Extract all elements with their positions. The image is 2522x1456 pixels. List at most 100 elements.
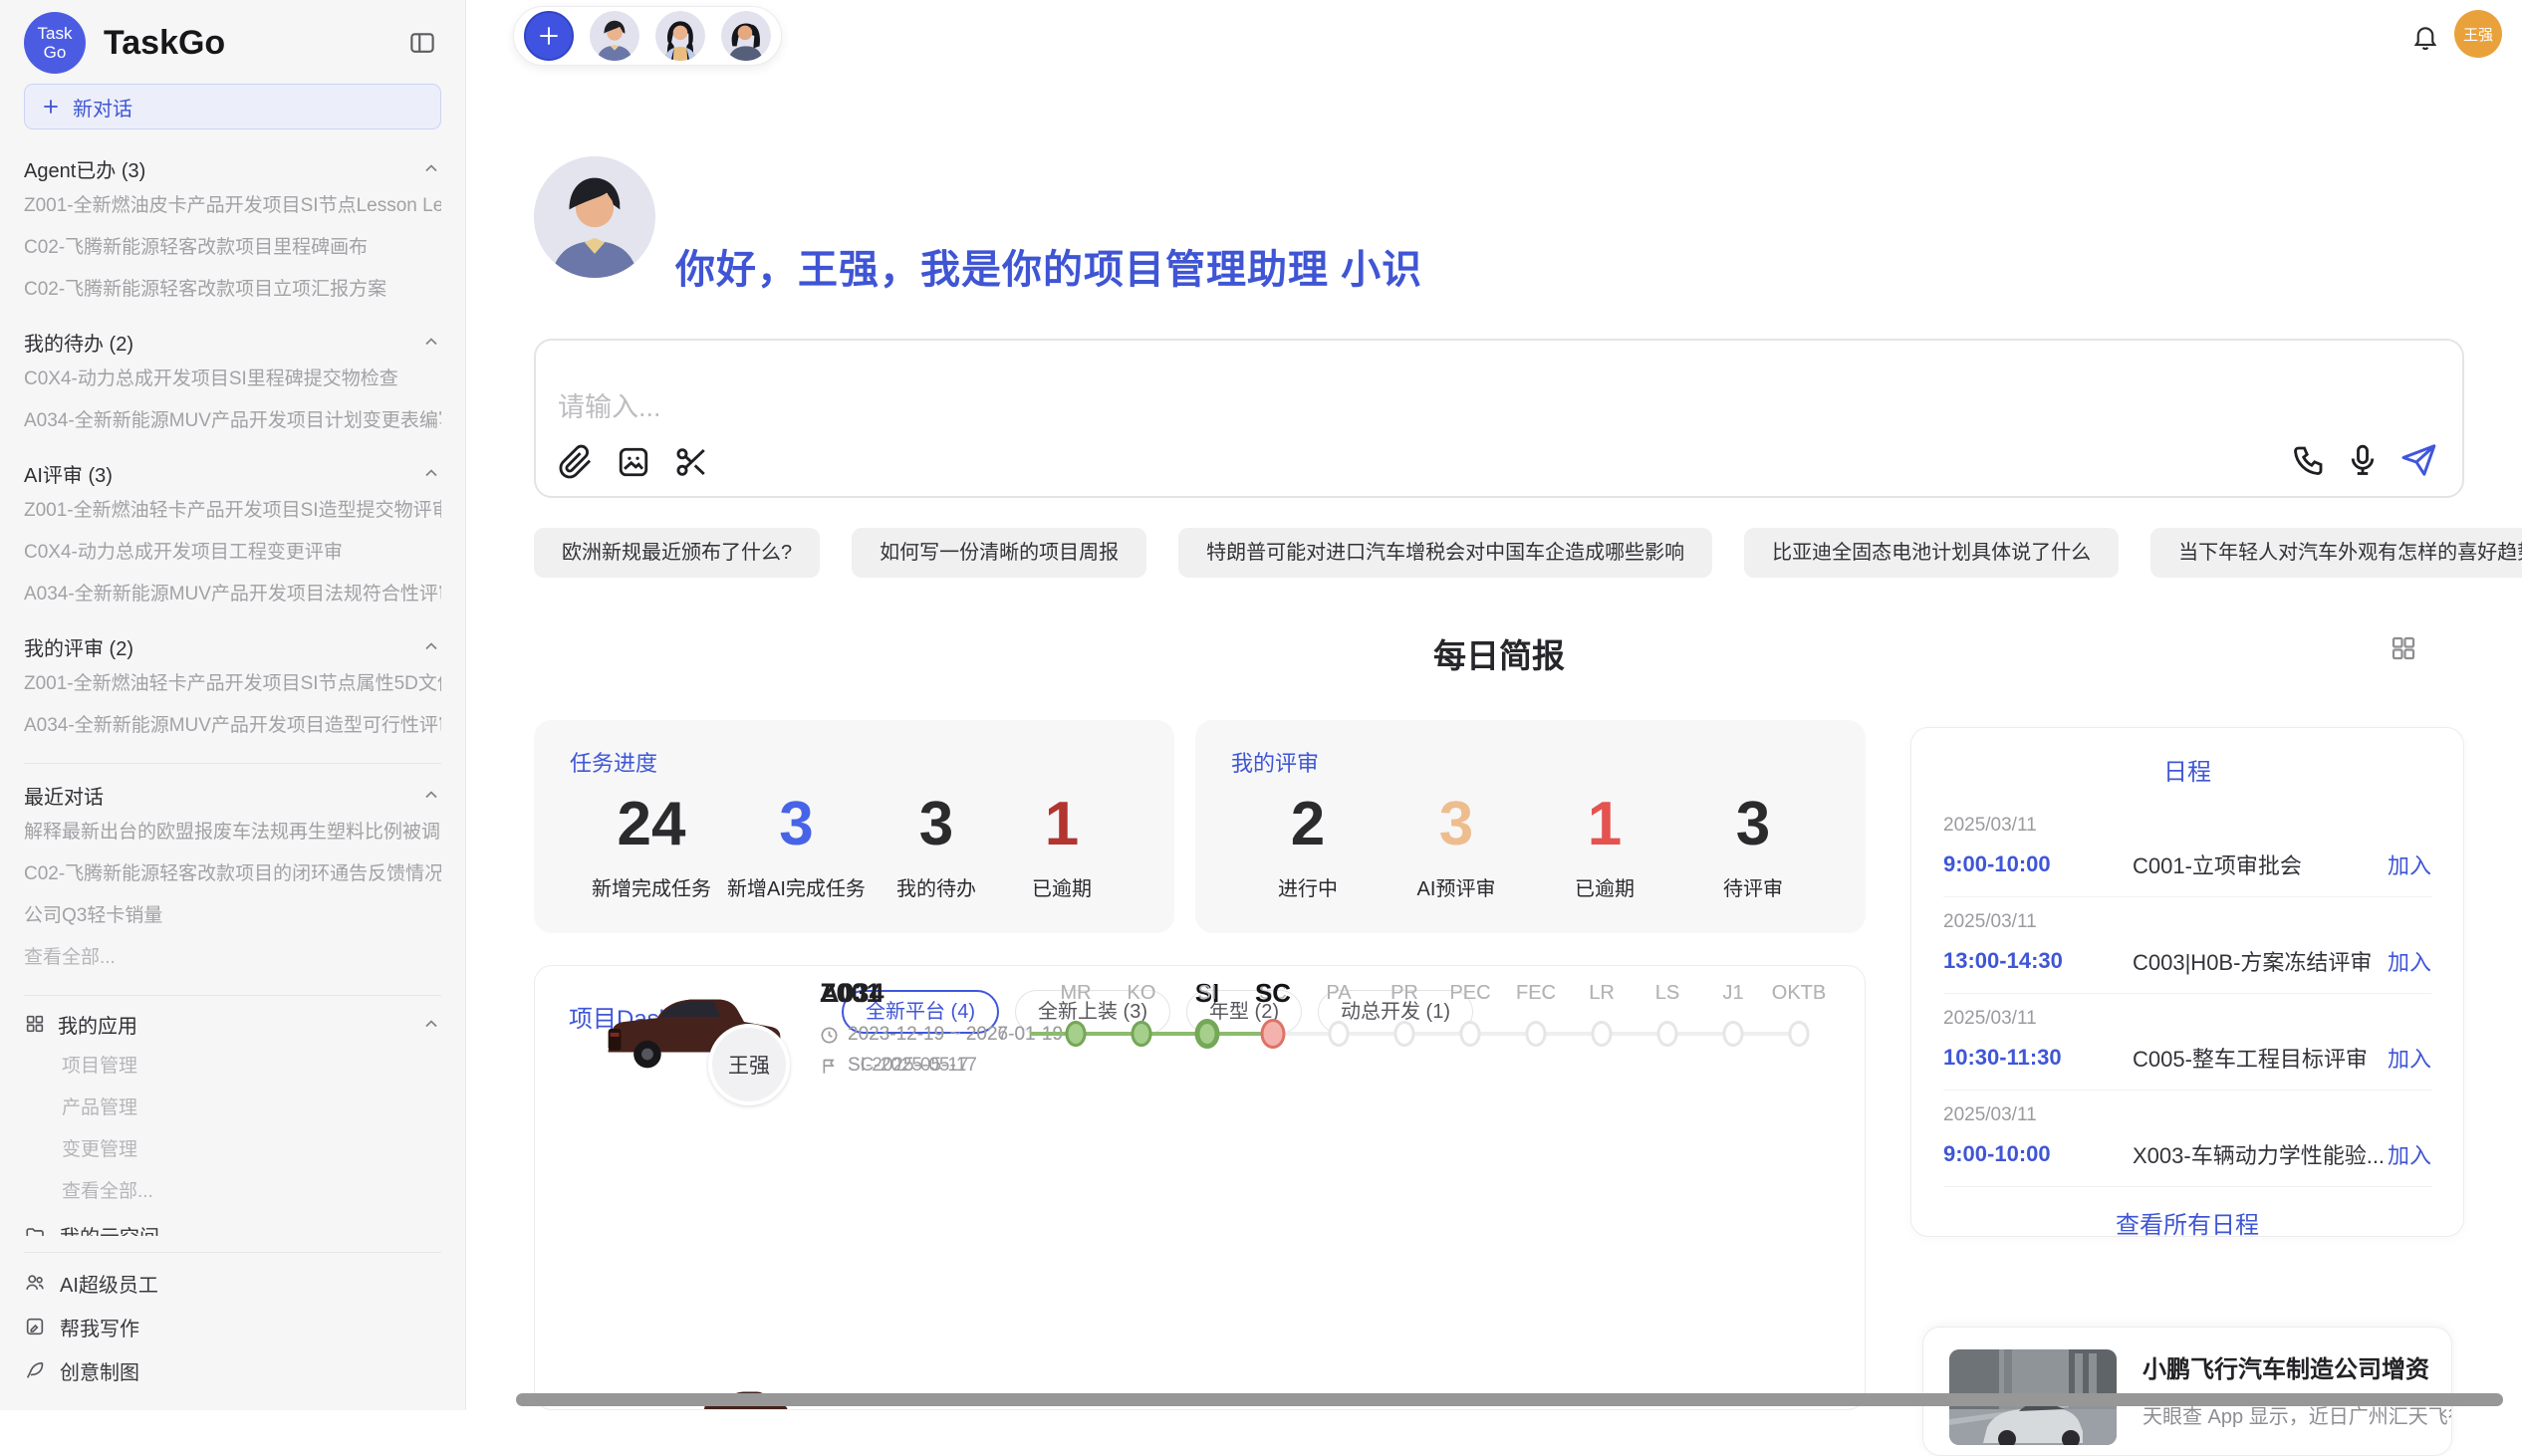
agent-avatar-1[interactable] <box>590 11 639 61</box>
milestone-dot <box>1132 1021 1152 1047</box>
sidebar-task-item[interactable]: C02-飞腾新能源轻客改款项目里程碑画布 <box>24 227 441 269</box>
suggestion-chip[interactable]: 比亚迪全固态电池计划具体说了什么 <box>1744 528 2119 578</box>
ai-employee-label: AI超级员工 <box>60 1269 158 1298</box>
stat-value: 1 <box>1007 792 1117 858</box>
sidebar-task-item[interactable]: C02-飞腾新能源轻客改款项目立项汇报方案 <box>24 269 441 311</box>
write-icon <box>24 1316 46 1337</box>
agent-avatar-3[interactable] <box>721 11 771 61</box>
sidebar-section-apps: 我的应用 项目管理产品管理变更管理查看全部... <box>24 1002 441 1213</box>
milestone-label: SC <box>1240 974 1306 1012</box>
app-title: TaskGo <box>104 24 403 63</box>
sidebar-task-item[interactable]: C0X4-动力总成开发项目SI里程碑提交物检查 <box>24 359 441 400</box>
schedule-item: 2025/03/11 13:00-14:30 C003|H0B-方案冻结评审 加… <box>1943 897 2431 994</box>
news-card[interactable]: 小鹏飞行汽车制造公司增资 天眼查 App 显示，近日广州汇天飞行汽... <box>1922 1327 2452 1456</box>
recent-view-all-link[interactable]: 查看全部... <box>24 937 441 979</box>
my-review-card: 我的评审 2 进行中 3 AI预评审 1 已逾期 3 待评审 <box>1195 720 1866 933</box>
stat-label: 待评审 <box>1698 872 1808 901</box>
schedule-time: 10:30-11:30 <box>1943 1045 2133 1071</box>
sidebar-task-item[interactable]: A034-全新新能源MUV产品开发项目法规符合性评审 <box>24 574 441 615</box>
milestone: PA <box>1306 974 1372 1056</box>
stat-label: 已逾期 <box>1007 872 1117 901</box>
sidebar-item-ai-employee[interactable]: AI超级员工 <box>24 1261 441 1305</box>
stat-value: 24 <box>592 792 711 858</box>
paperclip-icon <box>558 444 594 480</box>
sidebar-divider <box>24 995 441 996</box>
sidebar: Task Go TaskGo 新对话 Agent已办 (3) <box>0 0 466 1410</box>
sidebar-task-item[interactable]: Z001-全新燃油轻卡产品开发项目SI节点属性5D文件评审 <box>24 663 441 705</box>
join-meeting-button[interactable]: 加入 <box>2388 849 2431 880</box>
sidebar-task-item[interactable]: A034-全新新能源MUV产品开发项目造型可行性评审 <box>24 705 441 747</box>
agent-avatar-2[interactable] <box>655 11 705 61</box>
sidebar-section: 我的评审 (2) Z001-全新燃油轻卡产品开发项目SI节点属性5D文件评审A0… <box>24 629 441 747</box>
my-apps-header[interactable]: 我的应用 <box>24 1002 441 1046</box>
stat-label: 进行中 <box>1253 872 1363 901</box>
project-row[interactable]: 王强 A034 2023-12-19 ~ 2026-01-19 <box>563 966 1838 1117</box>
sidebar-section-title: 我的评审 (2) <box>24 632 133 661</box>
sidebar-item-help-write[interactable]: 帮我写作 <box>24 1305 441 1348</box>
sidebar-task-item[interactable]: Z001-全新燃油皮卡产品开发项目SI节点Lesson Learn报告 <box>24 185 441 227</box>
user-avatar[interactable]: 王强 <box>2454 10 2502 58</box>
milestone-dot-row <box>1766 1012 1832 1056</box>
milestone: PEC <box>1437 974 1503 1056</box>
chevron-up-icon <box>421 332 441 352</box>
join-meeting-button[interactable]: 加入 <box>2388 1042 2431 1074</box>
schedule-date: 2025/03/11 <box>1943 911 2431 933</box>
milestone: LR <box>1569 974 1635 1056</box>
milestone: MR <box>1043 974 1109 1056</box>
milestone: LS <box>1635 974 1700 1056</box>
briefing-layout-button[interactable] <box>2389 633 2418 663</box>
suggestion-chip[interactable]: 当下年轻人对汽车外观有怎样的喜好趋势 <box>2150 528 2522 578</box>
project-dashboard-card: 项目Dashboard 全新平台 (4)全新上装 (3)年型 (2)动总开发 (… <box>534 965 1866 1410</box>
new-chat-button[interactable]: 新对话 <box>24 84 441 129</box>
send-icon <box>2398 440 2438 480</box>
sidebar-task-item[interactable]: Z001-全新燃油轻卡产品开发项目SI造型提交物评审 <box>24 490 441 532</box>
milestone: PR <box>1372 974 1437 1056</box>
sidebar-section-header[interactable]: Agent已办 (3) <box>24 151 441 185</box>
app-menu-item[interactable]: 产品管理 <box>62 1088 441 1129</box>
suggestion-chip[interactable]: 如何写一份清晰的项目周报 <box>852 528 1146 578</box>
recent-section-header[interactable]: 最近对话 <box>24 778 441 812</box>
app-menu-item[interactable]: 查看全部... <box>62 1171 441 1213</box>
stat-block: 1 已逾期 <box>1550 792 1659 901</box>
new-chat-label: 新对话 <box>73 93 132 121</box>
scissors-button[interactable] <box>671 442 711 482</box>
voice-button[interactable] <box>2343 440 2383 480</box>
milestone-label: LR <box>1569 974 1635 1012</box>
join-meeting-button[interactable]: 加入 <box>2388 1138 2431 1170</box>
recent-chat-item[interactable]: C02-飞腾新能源轻客改款项目的闭环通告反馈情况 <box>24 853 441 895</box>
suggestion-chip[interactable]: 欧洲新规最近颁布了什么? <box>534 528 820 578</box>
sidebar-item-cloud-space[interactable]: 我的云空间 <box>24 1213 441 1236</box>
sidebar-section-header[interactable]: 我的待办 (2) <box>24 325 441 359</box>
scissors-icon <box>673 444 709 480</box>
image-icon <box>616 444 651 480</box>
suggestion-chip[interactable]: 特朗普可能对进口汽车增税会对中国车企造成哪些影响 <box>1178 528 1712 578</box>
sidebar-item-creative-draw[interactable]: 创意制图 <box>24 1348 441 1392</box>
sidebar-task-item[interactable]: A034-全新新能源MUV产品开发项目计划变更表编写 <box>24 400 441 442</box>
stat-block: 3 我的待办 <box>882 792 991 901</box>
recent-chat-item[interactable]: 公司Q3轻卡销量 <box>24 895 441 937</box>
sidebar-section-header[interactable]: AI评审 (3) <box>24 456 441 490</box>
sidebar-collapse-button[interactable] <box>403 24 441 62</box>
app-menu-item[interactable]: 项目管理 <box>62 1046 441 1088</box>
project-owner-avatar: 王强 <box>708 1024 790 1105</box>
join-meeting-button[interactable]: 加入 <box>2388 945 2431 977</box>
chat-composer <box>534 339 2464 498</box>
send-button[interactable] <box>2396 438 2440 482</box>
sidebar-section-header[interactable]: 我的评审 (2) <box>24 629 441 663</box>
schedule-name: C003|H0B-方案冻结评审 <box>2133 945 2388 977</box>
my-apps-submenu: 项目管理产品管理变更管理查看全部... <box>24 1046 441 1213</box>
horizontal-scrollbar[interactable] <box>516 1393 2503 1406</box>
project-code: A034 <box>820 978 1063 1009</box>
app-menu-item[interactable]: 变更管理 <box>62 1129 441 1171</box>
grid-layout-icon <box>2389 633 2418 663</box>
notification-bell-button[interactable] <box>2410 22 2440 52</box>
call-button[interactable] <box>2289 440 2329 480</box>
recent-chat-item[interactable]: 解释最新出台的欧盟报废车法规再生塑料比例被调至15%... <box>24 812 441 853</box>
image-upload-button[interactable] <box>614 442 653 482</box>
schedule-row: 10:30-11:30 C005-整车工程目标评审 加入 <box>1943 1042 2431 1074</box>
add-agent-button[interactable] <box>524 11 574 61</box>
chat-input[interactable] <box>558 392 1753 423</box>
attach-button[interactable] <box>556 442 596 482</box>
sidebar-task-item[interactable]: C0X4-动力总成开发项目工程变更评审 <box>24 532 441 574</box>
view-all-schedule-link[interactable]: 查看所有日程 <box>1943 1205 2431 1240</box>
